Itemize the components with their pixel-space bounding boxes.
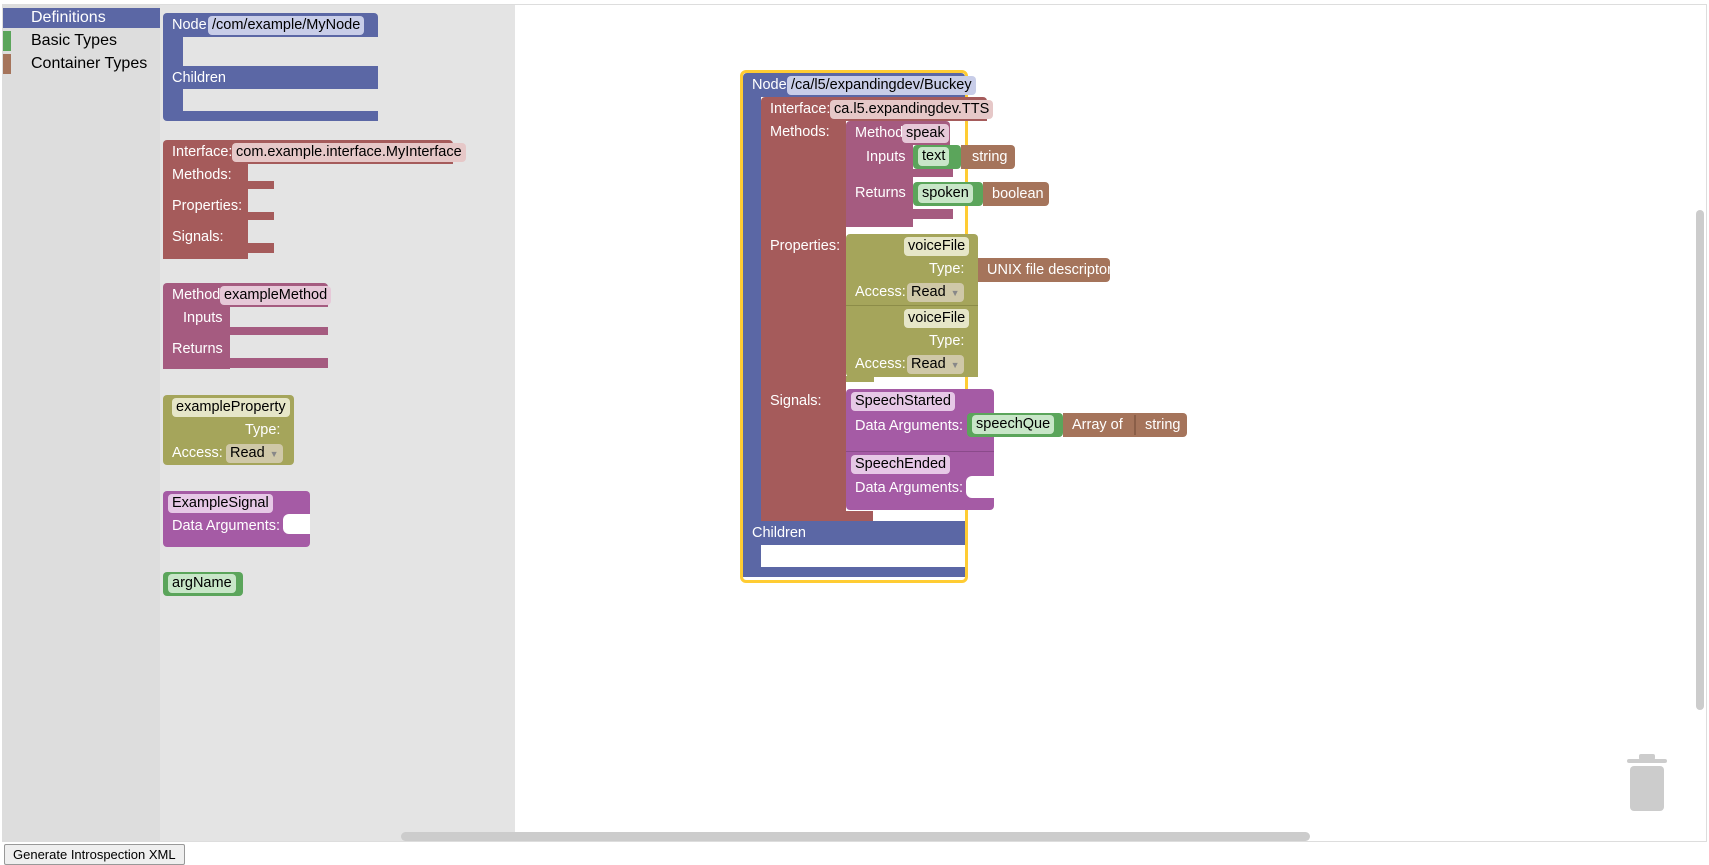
properties-label: Properties: bbox=[770, 238, 841, 254]
children-label: Children bbox=[752, 525, 806, 541]
inputs-label: Inputs bbox=[183, 310, 223, 326]
signal-name-field[interactable]: SpeechStarted bbox=[851, 392, 955, 411]
data-arguments-label: Data Arguments: bbox=[855, 418, 963, 434]
interface-keyword: Interface: bbox=[172, 144, 233, 160]
method-keyword: Method bbox=[172, 287, 221, 303]
return-arg-name-field[interactable]: spoken bbox=[918, 184, 973, 203]
node-keyword: Node bbox=[752, 77, 787, 93]
category-label: Basic Types bbox=[31, 32, 117, 49]
trash-icon[interactable] bbox=[1625, 753, 1669, 813]
category-color-bar bbox=[3, 54, 11, 74]
method-name-field[interactable]: speak bbox=[902, 124, 949, 143]
property-type-label: UNIX file descriptor bbox=[987, 262, 1112, 278]
returns-label: Returns bbox=[172, 341, 223, 357]
category-basic-types[interactable]: Basic Types bbox=[3, 31, 160, 51]
access-value: Read bbox=[911, 284, 946, 300]
access-label: Access: bbox=[172, 445, 223, 461]
dropdown-arrow-icon: ▼ bbox=[269, 449, 279, 459]
interface-keyword: Interface: bbox=[770, 101, 831, 117]
vertical-scrollbar[interactable] bbox=[1696, 210, 1704, 710]
property-name-field[interactable]: voiceFile bbox=[904, 309, 970, 328]
methods-label: Methods: bbox=[770, 124, 830, 140]
access-dropdown[interactable]: Read ▼ bbox=[907, 283, 964, 302]
interface-name-field[interactable]: com.example.interface.MyInterface bbox=[232, 143, 466, 162]
access-dropdown[interactable]: Read ▼ bbox=[226, 444, 283, 463]
category-color-bar bbox=[3, 31, 11, 51]
type-label: Type: bbox=[929, 333, 965, 349]
flyout: Node /com/example/MyNode Children Interf… bbox=[160, 5, 515, 841]
access-label: Access: bbox=[855, 284, 906, 300]
access-dropdown[interactable]: Read ▼ bbox=[907, 355, 964, 374]
children-label: Children bbox=[172, 70, 226, 86]
signal-arg-name-field[interactable]: speechQue bbox=[972, 415, 1055, 434]
type-label: Type: bbox=[929, 261, 965, 277]
signals-label: Signals: bbox=[770, 393, 822, 409]
argument-name-field[interactable]: argName bbox=[168, 574, 236, 593]
properties-label: Properties: bbox=[172, 198, 243, 214]
signal-name-field[interactable]: SpeechEnded bbox=[851, 455, 951, 474]
category-label: Definitions bbox=[31, 9, 106, 26]
category-definitions[interactable]: Definitions bbox=[3, 8, 160, 28]
node-path-field[interactable]: /ca/l5/expandingdev/Buckey bbox=[787, 76, 976, 95]
returns-label: Returns bbox=[855, 185, 906, 201]
type-label: Type: bbox=[245, 422, 281, 438]
node-path-field[interactable]: /com/example/MyNode bbox=[208, 16, 365, 35]
signals-label: Signals: bbox=[172, 229, 224, 245]
node-keyword: Node bbox=[172, 17, 207, 33]
return-type-label: boolean bbox=[992, 186, 1044, 202]
property-name-field[interactable]: exampleProperty bbox=[172, 398, 290, 417]
access-value: Read bbox=[911, 356, 946, 372]
category-label: Container Types bbox=[31, 55, 148, 72]
data-arguments-label: Data Arguments: bbox=[855, 480, 963, 496]
dropdown-arrow-icon: ▼ bbox=[950, 288, 960, 298]
array-elem-type-label: string bbox=[1145, 417, 1181, 433]
inputs-label: Inputs bbox=[866, 149, 906, 165]
interface-name-field[interactable]: ca.l5.expandingdev.TTS bbox=[830, 100, 994, 119]
blockly-workspace[interactable]: Definitions Basic Types Container Types … bbox=[2, 4, 1707, 842]
signal-name-field[interactable]: ExampleSignal bbox=[168, 494, 273, 513]
methods-label: Methods: bbox=[172, 167, 232, 183]
input-type-label: string bbox=[972, 149, 1008, 165]
array-of-label: Array of bbox=[1072, 417, 1123, 433]
generate-introspection-xml-button[interactable]: Generate Introspection XML bbox=[4, 844, 185, 865]
category-container-types[interactable]: Container Types bbox=[3, 54, 160, 74]
method-name-field[interactable]: exampleMethod bbox=[220, 286, 332, 305]
input-arg-name-field[interactable]: text bbox=[918, 147, 950, 166]
data-arguments-label: Data Arguments: bbox=[172, 518, 280, 534]
toolbox: Definitions Basic Types Container Types bbox=[3, 5, 160, 841]
dropdown-arrow-icon: ▼ bbox=[950, 360, 960, 370]
horizontal-scrollbar[interactable] bbox=[401, 832, 1310, 841]
property-name-field[interactable]: voiceFile bbox=[904, 237, 970, 256]
access-value: Read bbox=[230, 445, 265, 461]
method-keyword: Method bbox=[855, 125, 904, 141]
access-label: Access: bbox=[855, 356, 906, 372]
